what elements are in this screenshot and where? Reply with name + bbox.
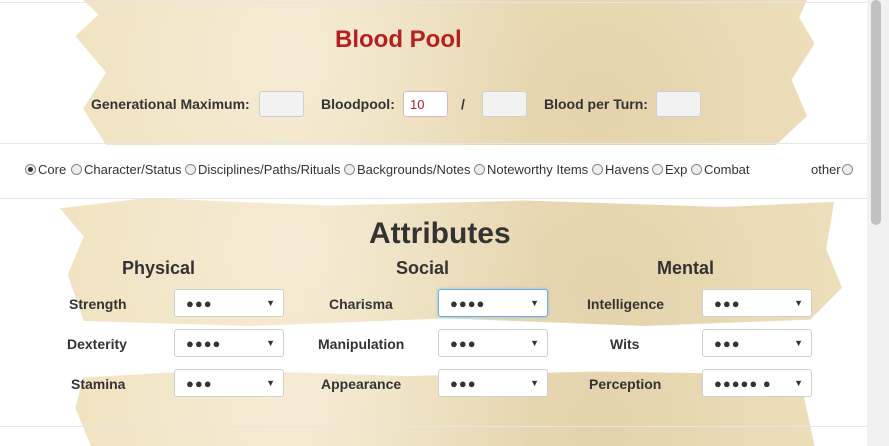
blood-per-turn-label: Blood per Turn: — [544, 96, 648, 112]
tab-label: other — [811, 162, 841, 177]
tab-label: Backgrounds/Notes — [357, 162, 471, 177]
dexterity-value: ●●●● — [186, 336, 222, 351]
wits-value: ●●● — [714, 336, 741, 351]
radio-icon[interactable] — [652, 164, 663, 175]
social-heading: Social — [396, 258, 450, 278]
tab-other[interactable]: other — [811, 162, 855, 177]
wits-select[interactable]: ●●● ▼ — [702, 329, 812, 357]
bloodpool-separator: / — [461, 96, 465, 112]
divider — [0, 143, 867, 144]
stamina-label: Stamina — [71, 376, 126, 392]
stamina-value: ●●● — [186, 376, 213, 391]
charisma-select[interactable]: ●●●● ▼ — [438, 289, 548, 317]
strength-select[interactable]: ●●● ▼ — [174, 289, 284, 317]
bloodpool-label: Bloodpool: — [321, 96, 395, 112]
tab-disciplines-paths-rituals[interactable]: Disciplines/Paths/Rituals — [185, 162, 340, 177]
perception-select[interactable]: ●●●●● ● ▼ — [702, 369, 812, 397]
physical-heading: Physical — [122, 258, 196, 278]
perception-value: ●●●●● ● — [714, 376, 772, 391]
appearance-select[interactable]: ●●● ▼ — [438, 369, 548, 397]
attributes-title: Attributes — [369, 217, 511, 250]
intelligence-label: Intelligence — [587, 296, 665, 312]
generational-maximum-label: Generational Maximum: — [91, 96, 250, 112]
radio-icon[interactable] — [474, 164, 485, 175]
divider — [0, 426, 867, 427]
dexterity-select[interactable]: ●●●● ▼ — [174, 329, 284, 357]
tab-label: Noteworthy Items — [487, 162, 589, 177]
manipulation-label: Manipulation — [318, 336, 405, 352]
radio-icon[interactable] — [691, 164, 702, 175]
strength-value: ●●● — [186, 296, 213, 311]
tab-character-status[interactable]: Character/Status — [71, 162, 182, 177]
chevron-down-icon: ▼ — [794, 338, 803, 348]
chevron-down-icon: ▼ — [266, 378, 275, 388]
tab-label: Exp — [665, 162, 688, 177]
intelligence-value: ●●● — [714, 296, 741, 311]
chevron-down-icon: ▼ — [266, 338, 275, 348]
stamina-select[interactable]: ●●● ▼ — [174, 369, 284, 397]
tab-label: Character/Status — [84, 162, 182, 177]
divider — [0, 198, 867, 199]
tab-label: Core — [38, 162, 67, 177]
tab-core[interactable]: Core — [25, 162, 66, 177]
radio-icon[interactable] — [185, 164, 196, 175]
tab-backgrounds-notes[interactable]: Backgrounds/Notes — [344, 162, 470, 177]
divider — [0, 2, 867, 3]
bloodpool-input[interactable]: 10 — [403, 91, 448, 117]
generational-maximum-input[interactable] — [259, 91, 304, 117]
appearance-value: ●●● — [450, 376, 477, 391]
strength-label: Strength — [69, 296, 127, 312]
vertical-scrollbar[interactable] — [867, 0, 889, 446]
bloodpool-value: 10 — [410, 97, 425, 112]
manipulation-select[interactable]: ●●● ▼ — [438, 329, 548, 357]
tab-havens[interactable]: Havens — [592, 162, 649, 177]
section-tabs: Core Character/Status Disciplines/Paths/… — [25, 162, 855, 180]
charisma-value: ●●●● — [450, 296, 486, 311]
parchment-background — [75, 0, 815, 145]
perception-label: Perception — [589, 376, 662, 392]
tab-label: Havens — [605, 162, 650, 177]
chevron-down-icon: ▼ — [794, 298, 803, 308]
tab-exp[interactable]: Exp — [652, 162, 687, 177]
radio-icon[interactable] — [841, 164, 853, 175]
mental-heading: Mental — [657, 258, 715, 278]
tab-label: Combat — [704, 162, 750, 177]
dexterity-label: Dexterity — [67, 336, 127, 352]
appearance-label: Appearance — [321, 376, 402, 392]
tab-combat[interactable]: Combat — [691, 162, 750, 177]
charisma-label: Charisma — [329, 296, 393, 312]
radio-icon[interactable] — [25, 164, 36, 175]
wits-label: Wits — [610, 336, 640, 352]
radio-icon[interactable] — [592, 164, 603, 175]
character-sheet: Blood Pool Generational Maximum: Bloodpo… — [0, 0, 867, 446]
radio-icon[interactable] — [344, 164, 355, 175]
chevron-down-icon: ▼ — [794, 378, 803, 388]
chevron-down-icon: ▼ — [530, 338, 539, 348]
manipulation-value: ●●● — [450, 336, 477, 351]
chevron-down-icon: ▼ — [530, 378, 539, 388]
intelligence-select[interactable]: ●●● ▼ — [702, 289, 812, 317]
blood-per-turn-input[interactable] — [656, 91, 701, 117]
blood-pool-title: Blood Pool — [335, 26, 462, 53]
chevron-down-icon: ▼ — [266, 298, 275, 308]
bloodpool-max-input[interactable] — [482, 91, 527, 117]
tab-label: Disciplines/Paths/Rituals — [198, 162, 341, 177]
radio-icon[interactable] — [71, 164, 82, 175]
chevron-down-icon: ▼ — [530, 298, 539, 308]
scrollbar-thumb[interactable] — [871, 0, 881, 225]
tab-noteworthy-items[interactable]: Noteworthy Items — [474, 162, 588, 177]
